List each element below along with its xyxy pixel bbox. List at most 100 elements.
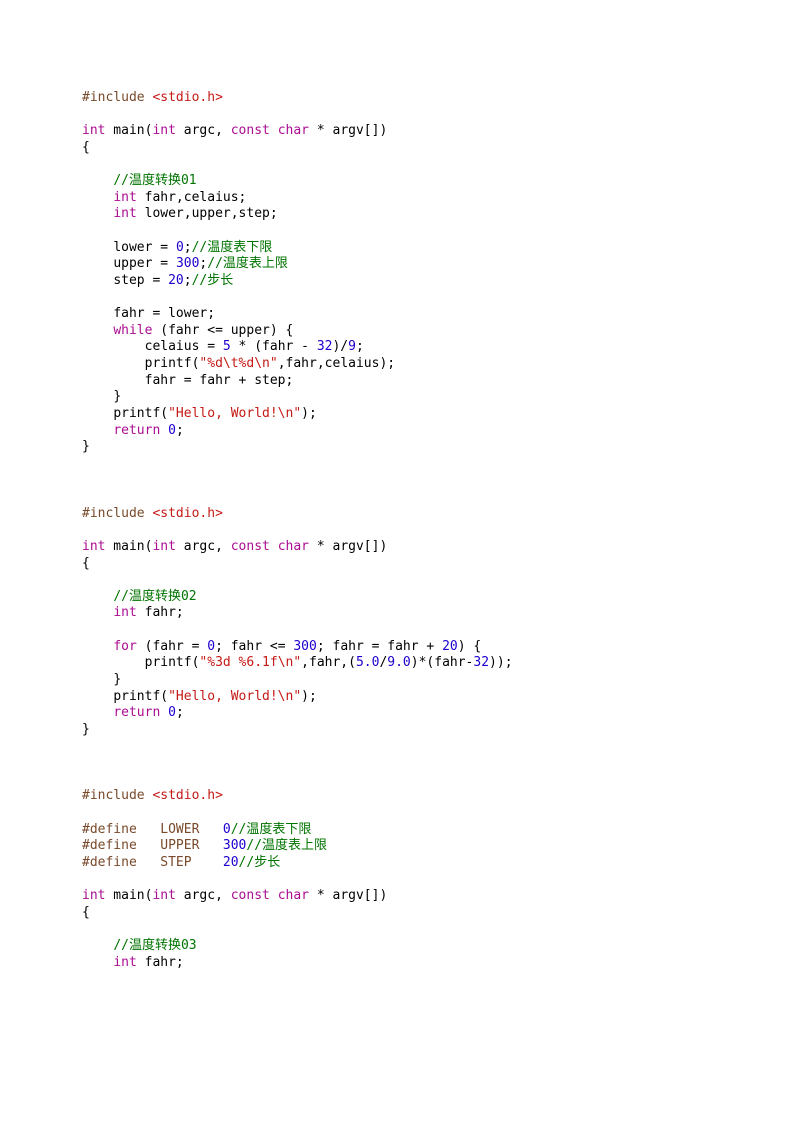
text: ; fahr = fahr + (317, 639, 442, 654)
code-line: int lower,upper,step; (113, 206, 277, 221)
text: lower = (113, 240, 176, 255)
text: fahr = fahr + step; (145, 373, 294, 388)
brace: { (82, 556, 90, 571)
text (270, 888, 278, 903)
text: ,fahr,celaius); (278, 356, 395, 371)
number: 0 (168, 423, 176, 438)
header-name: <stdio.h> (145, 788, 223, 803)
define-directive: #define STEP (82, 855, 223, 870)
code-line: printf("Hello, World!\n"); (113, 406, 317, 421)
code-line: celaius = 5 * (fahr - 32)/9; (145, 339, 364, 354)
header-name: <stdio.h> (145, 90, 223, 105)
brace: } (82, 439, 90, 454)
kw-const: const (231, 123, 270, 138)
text: ,fahr,( (301, 655, 356, 670)
text: main( (105, 123, 152, 138)
code-line: #define LOWER 0//温度表下限 (82, 822, 311, 837)
kw-int: int (113, 955, 136, 970)
number: 20 (168, 273, 184, 288)
string: "Hello, World!\n" (168, 689, 301, 704)
comment: //温度转换01 (113, 173, 196, 188)
comment: //温度表上限 (246, 838, 327, 853)
kw-while: while (113, 323, 152, 338)
text: ; (356, 339, 364, 354)
string: "Hello, World!\n" (168, 406, 301, 421)
text: )/ (332, 339, 348, 354)
code-line: int fahr,celaius; (113, 190, 246, 205)
number: 9 (348, 339, 356, 354)
text: ; (184, 273, 192, 288)
kw-char: char (278, 123, 309, 138)
code-line: return 0; (113, 705, 183, 720)
text: lower,upper,step; (137, 206, 278, 221)
text: printf( (145, 655, 200, 670)
text: argc, (176, 888, 231, 903)
text: printf( (113, 406, 168, 421)
text: (fahr = (137, 639, 207, 654)
kw-const: const (231, 539, 270, 554)
text: main( (105, 888, 152, 903)
code-line: int main(int argc, const char * argv[]) (82, 539, 387, 554)
text: ) { (458, 639, 481, 654)
comment: //步长 (239, 855, 281, 870)
kw-int: int (152, 123, 175, 138)
kw-int: int (152, 539, 175, 554)
text (160, 705, 168, 720)
text: argc, (176, 123, 231, 138)
number: 20 (442, 639, 458, 654)
code-line: lower = 0;//温度表下限 (113, 240, 272, 255)
text: (fahr <= upper) { (152, 323, 293, 338)
kw-int: int (82, 123, 105, 138)
code-line: int main(int argc, const char * argv[]) (82, 123, 387, 138)
text (270, 539, 278, 554)
text: upper = (113, 256, 176, 271)
brace: } (113, 389, 121, 404)
code-line: printf("%d\t%d\n",fahr,celaius); (145, 356, 395, 371)
code-line: upper = 300;//温度表上限 (113, 256, 288, 271)
text: celaius = (145, 339, 223, 354)
number: 0 (176, 240, 184, 255)
code-line: int fahr; (113, 605, 183, 620)
string: "%d\t%d\n" (199, 356, 277, 371)
text: * argv[]) (309, 123, 387, 138)
text: ); (301, 689, 317, 704)
text: ; (184, 240, 192, 255)
code-line: while (fahr <= upper) { (113, 323, 293, 338)
text: main( (105, 539, 152, 554)
kw-return: return (113, 423, 160, 438)
number: 32 (317, 339, 333, 354)
kw-int: int (82, 539, 105, 554)
text: argc, (176, 539, 231, 554)
number: 300 (293, 639, 316, 654)
comment: //温度表上限 (207, 256, 288, 271)
comment: //温度转换02 (113, 589, 196, 604)
code-line: #include <stdio.h> (82, 90, 223, 105)
comment: //温度表下限 (231, 822, 312, 837)
text: ); (301, 406, 317, 421)
number: 20 (223, 855, 239, 870)
number: 32 (473, 655, 489, 670)
code-line: step = 20;//步长 (113, 273, 233, 288)
number: 5 (223, 339, 231, 354)
brace: { (82, 905, 90, 920)
text: fahr; (137, 955, 184, 970)
kw-for: for (113, 639, 136, 654)
code-line: #include <stdio.h> (82, 788, 223, 803)
number: 300 (176, 256, 199, 271)
include-directive: #include (82, 506, 145, 521)
kw-const: const (231, 888, 270, 903)
text: ; (176, 423, 184, 438)
code-line: #include <stdio.h> (82, 506, 223, 521)
text: fahr = lower; (113, 306, 215, 321)
text: fahr; (137, 605, 184, 620)
define-directive: #define LOWER (82, 822, 223, 837)
code-line: int main(int argc, const char * argv[]) (82, 888, 387, 903)
text (270, 123, 278, 138)
include-directive: #include (82, 90, 145, 105)
code-line: return 0; (113, 423, 183, 438)
code-line: for (fahr = 0; fahr <= 300; fahr = fahr … (113, 639, 481, 654)
comment: //步长 (192, 273, 234, 288)
text: fahr,celaius; (137, 190, 247, 205)
brace: } (82, 722, 90, 737)
text: )); (489, 655, 512, 670)
